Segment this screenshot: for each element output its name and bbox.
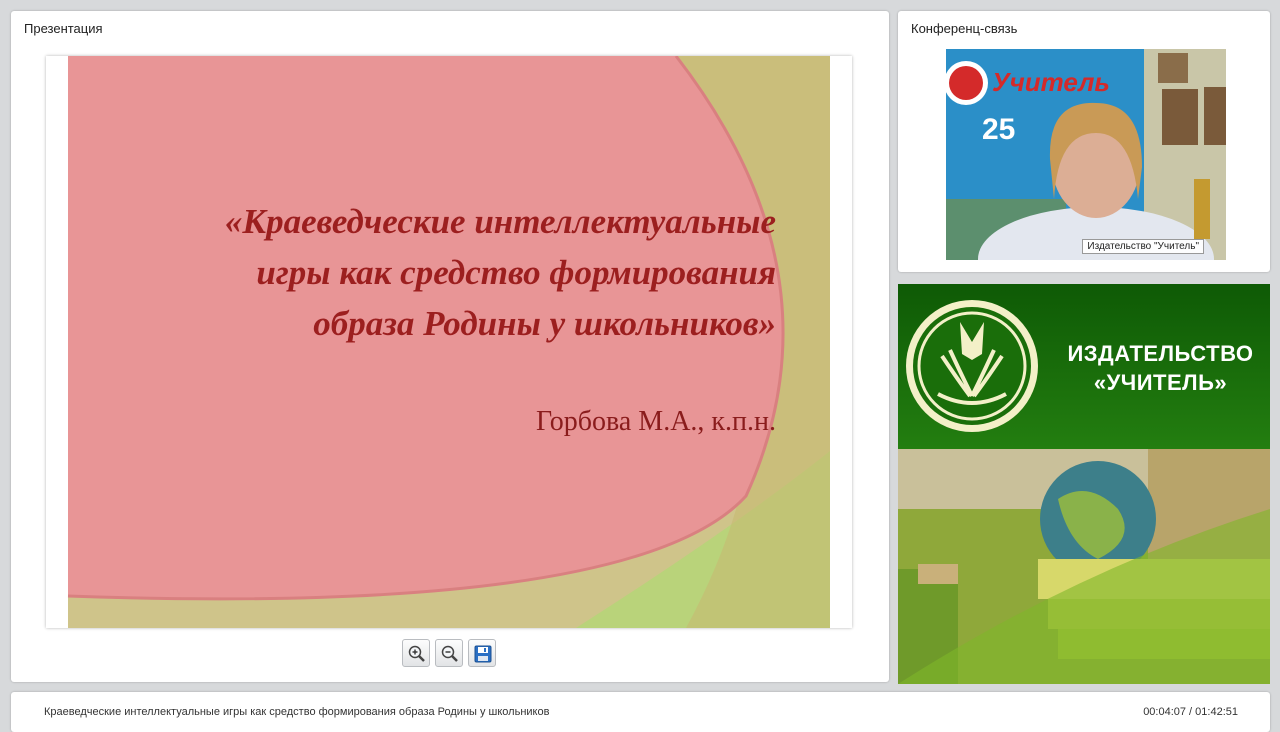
banner-header: ИЗДАТЕЛЬСТВО «УЧИТЕЛЬ» xyxy=(898,284,1270,449)
svg-text:25: 25 xyxy=(982,113,1015,146)
zoom-in-button[interactable] xyxy=(402,639,430,667)
floppy-disk-icon xyxy=(474,645,492,663)
conference-panel: Конференц-связь Учитель 25 Издательство … xyxy=(898,11,1270,272)
slide-author: Горбова М.А., к.п.н. xyxy=(536,406,776,437)
presentation-panel: Презентация «Краеведческие интеллектуаль… xyxy=(11,11,889,682)
publisher-banner: ИЗДАТЕЛЬСТВО «УЧИТЕЛЬ» xyxy=(898,284,1270,684)
zoom-in-icon xyxy=(408,645,425,662)
publisher-name-line-2: «УЧИТЕЛЬ» xyxy=(1093,370,1228,395)
zoom-out-icon xyxy=(441,645,458,662)
publisher-name: ИЗДАТЕЛЬСТВО «УЧИТЕЛЬ» xyxy=(1058,339,1263,397)
recording-title: Краеведческие интеллектуальные игры как … xyxy=(44,706,550,718)
save-button[interactable] xyxy=(468,639,496,667)
video-caption: Издательство "Учитель" xyxy=(1082,239,1204,254)
publisher-logo-icon xyxy=(906,300,1038,432)
video-frame: Учитель 25 xyxy=(946,49,1226,260)
slide: «Краеведческие интеллектуальные игры как… xyxy=(46,56,852,628)
slide-title-line-2: игры как средство формирования xyxy=(256,253,776,292)
conference-panel-title: Конференц-связь xyxy=(911,21,1018,36)
publisher-name-line-1: ИЗДАТЕЛЬСТВО xyxy=(1067,341,1254,366)
slide-title-line-1: «Краеведческие интеллектуальные xyxy=(224,202,776,241)
zoom-out-button[interactable] xyxy=(435,639,463,667)
video-feed[interactable]: Учитель 25 Издательство "Учитель" xyxy=(946,49,1226,260)
status-bar: Краеведческие интеллектуальные игры как … xyxy=(11,692,1270,732)
slide-title: «Краеведческие интеллектуальные игры как… xyxy=(106,196,776,349)
slide-title-line-3: образа Родины у школьников» xyxy=(313,304,776,343)
playback-time: 00:04:07 / 01:42:51 xyxy=(1143,706,1238,718)
banner-books-image xyxy=(898,449,1270,684)
presentation-panel-title: Презентация xyxy=(24,21,103,36)
poster-text: Учитель xyxy=(992,67,1110,97)
